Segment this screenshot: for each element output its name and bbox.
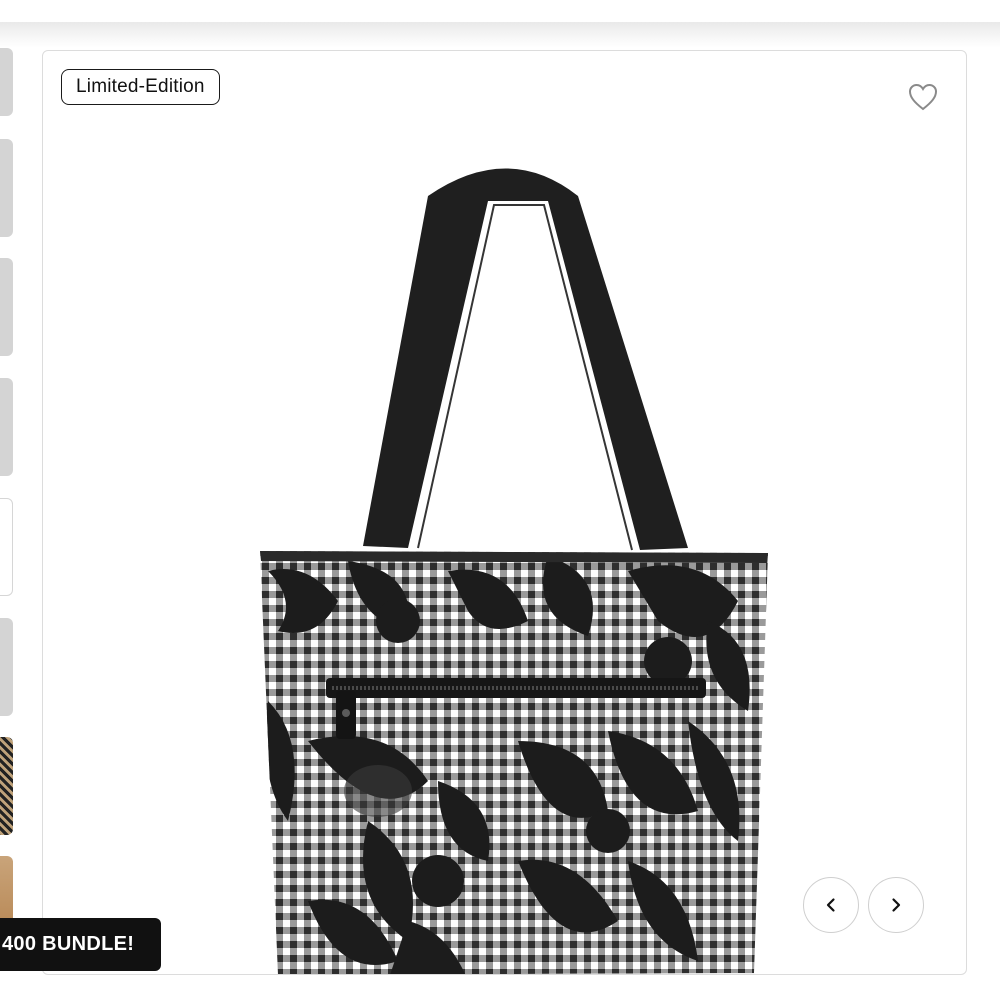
thumbnail-3[interactable]	[0, 258, 13, 356]
thumbnail-1[interactable]	[0, 48, 13, 116]
product-image-card: Limited-Edition	[42, 50, 967, 975]
thumbnail-7[interactable]	[0, 737, 13, 835]
thumbnail-2[interactable]	[0, 139, 13, 237]
thumbnail-5[interactable]	[0, 498, 13, 596]
favorite-button[interactable]	[905, 79, 941, 115]
limited-edition-badge: Limited-Edition	[61, 69, 220, 105]
thumbnail-8[interactable]	[0, 856, 13, 926]
product-image	[260, 168, 768, 974]
chevron-left-icon	[826, 898, 835, 912]
next-image-button[interactable]	[868, 877, 924, 933]
bundle-promo-banner[interactable]: 400 BUNDLE!	[0, 918, 161, 971]
previous-image-button[interactable]	[803, 877, 859, 933]
chevron-right-icon	[892, 898, 901, 912]
thumbnail-strip	[0, 48, 14, 1000]
thumbnail-6[interactable]	[0, 618, 13, 716]
top-bar	[0, 0, 1000, 22]
header-shadow	[0, 22, 1000, 48]
thumbnail-4[interactable]	[0, 378, 13, 476]
bundle-promo-label: 400 BUNDLE!	[2, 933, 135, 955]
heart-outline-icon	[908, 83, 938, 111]
